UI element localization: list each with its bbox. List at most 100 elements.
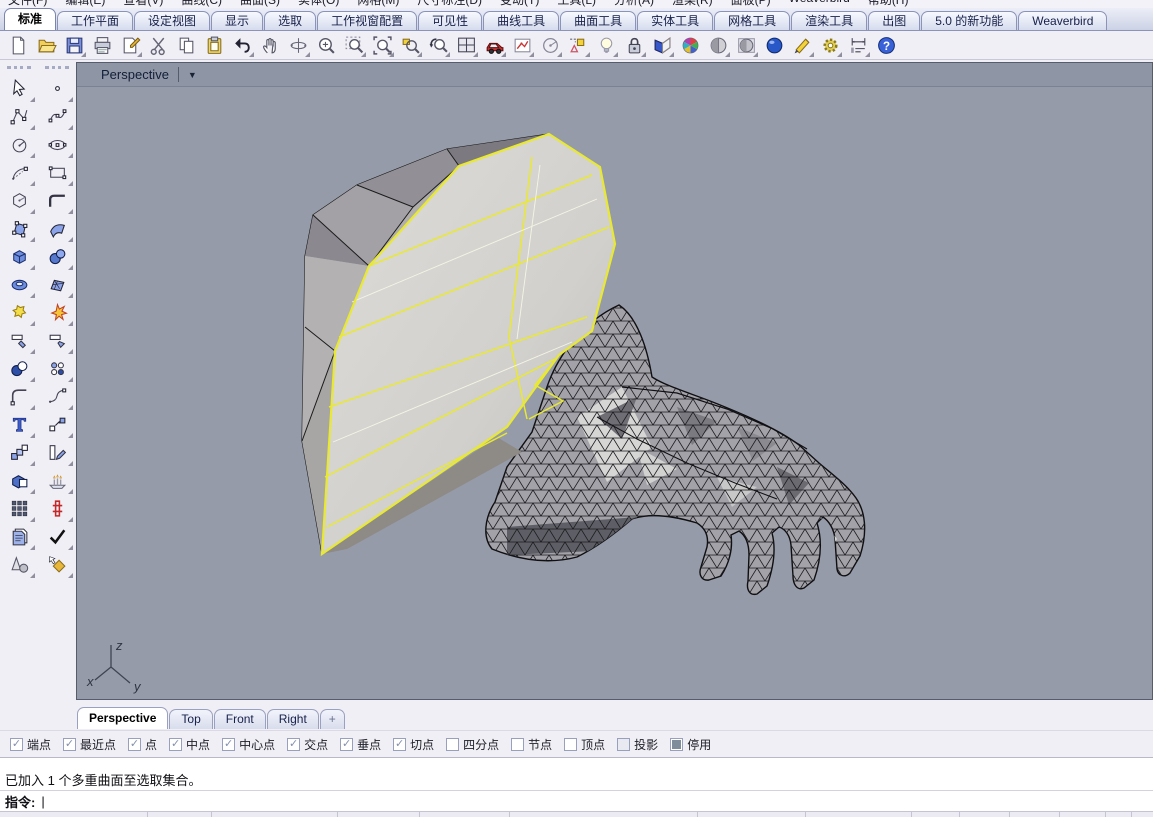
curve-blend-corner-icon[interactable]: [42, 186, 73, 214]
osnap-checkbox-12[interactable]: [670, 738, 683, 751]
offset-curve-icon[interactable]: [42, 438, 73, 466]
osnap-checkbox-10[interactable]: [564, 738, 577, 751]
interpolate-curve-icon[interactable]: [42, 102, 73, 130]
flyout-triangle-icon[interactable]: [417, 52, 422, 57]
explode-icon[interactable]: [42, 298, 73, 326]
print-icon[interactable]: [90, 33, 114, 57]
check-objects-icon[interactable]: [42, 522, 73, 550]
drag-mode-icon[interactable]: [42, 550, 73, 578]
menu-item-7[interactable]: 尺寸标注(D): [417, 0, 482, 8]
flyout-triangle-icon[interactable]: [68, 573, 73, 578]
status-cell-12[interactable]: [1106, 812, 1132, 817]
osnap-item-7[interactable]: ✓切点: [393, 736, 434, 753]
trim-icon[interactable]: [4, 326, 35, 354]
viewport-titlebar[interactable]: Perspective ▼: [77, 63, 1152, 87]
osnap-checkbox-4[interactable]: ✓: [222, 738, 235, 751]
four-viewports-icon[interactable]: [454, 33, 478, 57]
save-file-icon[interactable]: [62, 33, 86, 57]
new-document-icon[interactable]: [6, 33, 30, 57]
viewport-tab-right[interactable]: Right: [267, 709, 319, 729]
named-cplane-icon[interactable]: [510, 33, 534, 57]
osnap-item-4[interactable]: ✓中心点: [222, 736, 275, 753]
status-cell-3[interactable]: [338, 812, 420, 817]
arc-center-icon[interactable]: [4, 158, 35, 186]
status-cell-9[interactable]: [960, 812, 1010, 817]
circle-radius-icon[interactable]: [538, 33, 562, 57]
osnap-item-9[interactable]: 节点: [511, 736, 552, 753]
ribbon-tab-9[interactable]: 实体工具: [637, 11, 713, 30]
menu-item-10[interactable]: 分析(A): [614, 0, 654, 8]
zoom-dynamic-icon[interactable]: [314, 33, 338, 57]
control-point-curve-icon[interactable]: [4, 102, 35, 130]
circle-center-icon[interactable]: [4, 130, 35, 158]
osnap-checkbox-8[interactable]: [446, 738, 459, 751]
ribbon-tab-3[interactable]: 显示: [211, 11, 263, 30]
osnap-item-6[interactable]: ✓垂点: [340, 736, 381, 753]
lock-objects-icon[interactable]: [622, 33, 646, 57]
shaded-viewport-icon[interactable]: [706, 33, 730, 57]
rotate-view-icon[interactable]: [286, 33, 310, 57]
viewport-tab-top[interactable]: Top: [169, 709, 212, 729]
osnap-checkbox-6[interactable]: ✓: [340, 738, 353, 751]
status-cell-0[interactable]: [0, 812, 148, 817]
flyout-triangle-icon[interactable]: [641, 52, 646, 57]
cut-icon[interactable]: [146, 33, 170, 57]
spotlight-icon[interactable]: [790, 33, 814, 57]
mesh-plane-icon[interactable]: [42, 270, 73, 298]
visibility-lightbulb-icon[interactable]: [594, 33, 618, 57]
status-cell-5[interactable]: [510, 812, 698, 817]
osnap-checkbox-11[interactable]: [617, 738, 630, 751]
ellipse-icon[interactable]: [42, 130, 73, 158]
menu-item-2[interactable]: 查看(V): [123, 0, 163, 8]
menu-item-13[interactable]: Weaverbird: [789, 0, 850, 8]
undo-icon[interactable]: [230, 33, 254, 57]
export-page-icon[interactable]: [118, 33, 142, 57]
ghosted-viewport-icon[interactable]: [734, 33, 758, 57]
menu-item-4[interactable]: 曲面(S): [240, 0, 280, 8]
flyout-triangle-icon[interactable]: [809, 52, 814, 57]
osnap-item-11[interactable]: 投影: [617, 736, 658, 753]
ribbon-tab-2[interactable]: 设定视图: [134, 11, 210, 30]
copy-object-icon[interactable]: [42, 410, 73, 438]
menu-item-6[interactable]: 网格(M): [357, 0, 399, 8]
osnap-item-3[interactable]: ✓中点: [169, 736, 210, 753]
polygon-center-icon[interactable]: [4, 186, 35, 214]
surface-patch-icon[interactable]: [42, 214, 73, 242]
status-cell-4[interactable]: [420, 812, 510, 817]
osnap-item-1[interactable]: ✓最近点: [63, 736, 116, 753]
help-icon[interactable]: ?: [874, 33, 898, 57]
zoom-extents-icon[interactable]: [370, 33, 394, 57]
status-cell-2[interactable]: [212, 812, 338, 817]
add-viewport-tab-button[interactable]: +: [320, 709, 345, 729]
osnap-checkbox-7[interactable]: ✓: [393, 738, 406, 751]
viewport-canvas[interactable]: z x y: [77, 87, 1152, 699]
options-gears-icon[interactable]: [818, 33, 842, 57]
menu-item-14[interactable]: 帮助(H): [868, 0, 909, 8]
flyout-triangle-icon[interactable]: [613, 52, 618, 57]
clipping-plane-icon[interactable]: [42, 494, 73, 522]
flyout-triangle-icon[interactable]: [249, 52, 254, 57]
command-input-row[interactable]: 指令: |: [0, 791, 1153, 811]
ribbon-tab-5[interactable]: 工作视窗配置: [317, 11, 417, 30]
toolbar-grip[interactable]: [7, 66, 31, 69]
menu-item-1[interactable]: 编辑(E): [65, 0, 105, 8]
ribbon-tab-10[interactable]: 网格工具: [714, 11, 790, 30]
osnap-item-5[interactable]: ✓交点: [287, 736, 328, 753]
status-cell-8[interactable]: [912, 812, 960, 817]
zoom-window-icon[interactable]: [342, 33, 366, 57]
flyout-triangle-icon[interactable]: [753, 52, 758, 57]
menu-item-5[interactable]: 实体(O): [298, 0, 339, 8]
select-pointer-icon[interactable]: [4, 74, 35, 102]
open-file-icon[interactable]: [34, 33, 58, 57]
flyout-triangle-icon[interactable]: [837, 52, 842, 57]
color-wheel-icon[interactable]: [678, 33, 702, 57]
boolean-union-icon[interactable]: [4, 354, 35, 382]
menu-item-12[interactable]: 面板(P): [731, 0, 771, 8]
flyout-triangle-icon[interactable]: [137, 52, 142, 57]
text-object-icon[interactable]: [4, 410, 35, 438]
status-cell-1[interactable]: [148, 812, 212, 817]
solid-sphere-icon[interactable]: [42, 242, 73, 270]
car-demo-icon[interactable]: [482, 33, 506, 57]
menu-item-3[interactable]: 曲线(C): [181, 0, 222, 8]
viewport-tab-perspective[interactable]: Perspective: [77, 707, 168, 729]
